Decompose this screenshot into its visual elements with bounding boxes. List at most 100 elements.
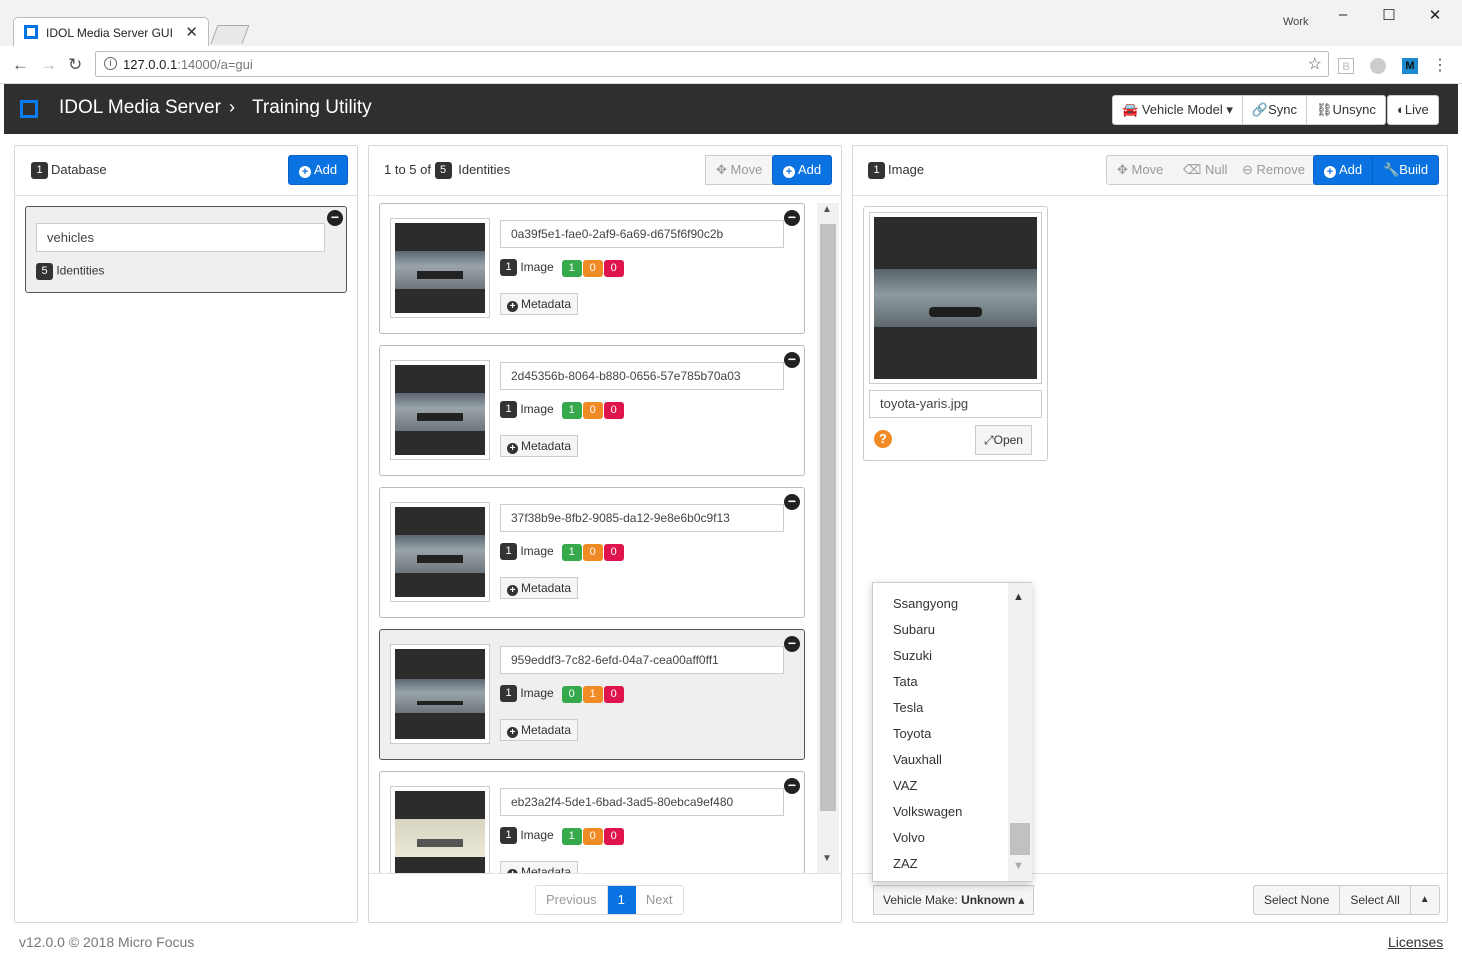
- remove-identity-icon[interactable]: −: [784, 778, 800, 794]
- null-image-button[interactable]: ⌫ Null: [1173, 155, 1239, 185]
- metadata-button[interactable]: +Metadata: [500, 435, 579, 457]
- scroll-up-arrow-icon[interactable]: ▲: [1013, 591, 1024, 603]
- page-1-button[interactable]: 1: [607, 886, 636, 914]
- breadcrumb-current: Training Utility: [252, 97, 372, 118]
- identity-thumbnail[interactable]: [390, 786, 490, 873]
- identity-card[interactable]: − 37f38b9e-8fb2-9085-da12-9e8e6b0c9f13 1…: [379, 487, 805, 618]
- database-name-input[interactable]: vehicles: [36, 223, 325, 252]
- identity-thumbnail[interactable]: [390, 360, 490, 460]
- move-image-button[interactable]: ✥ Move: [1106, 155, 1175, 185]
- identity-id-field[interactable]: 37f38b9e-8fb2-9085-da12-9e8e6b0c9f13: [500, 504, 784, 532]
- menu-item-suzuki[interactable]: Suzuki: [873, 643, 1008, 669]
- extension-m-icon[interactable]: M: [1402, 58, 1418, 74]
- remove-identity-icon[interactable]: −: [784, 210, 800, 226]
- extension-icon[interactable]: B: [1338, 58, 1354, 74]
- failed-count: 0: [603, 259, 624, 277]
- previous-page-button[interactable]: Previous: [536, 886, 608, 914]
- bookmark-star-icon[interactable]: ☆: [1308, 54, 1322, 74]
- add-database-button[interactable]: + Add: [288, 155, 349, 185]
- open-image-button[interactable]: ⤢Open: [975, 425, 1032, 455]
- identity-thumbnail[interactable]: [390, 218, 490, 318]
- scroll-up-arrow-icon[interactable]: ▲: [822, 204, 832, 215]
- reload-icon[interactable]: ↻: [68, 55, 82, 75]
- identity-thumbnail[interactable]: [390, 502, 490, 602]
- add-identity-button[interactable]: + Add: [772, 155, 833, 185]
- remove-database-icon[interactable]: −: [327, 210, 343, 226]
- menu-item-vauxhall[interactable]: Vauxhall: [873, 747, 1008, 773]
- menu-item-toyota[interactable]: Toyota: [873, 721, 1008, 747]
- info-icon[interactable]: i: [104, 57, 117, 70]
- metadata-button[interactable]: +Metadata: [500, 293, 579, 315]
- identity-card[interactable]: − eb23a2f4-5de1-6bad-3ad5-80ebca9ef480 1…: [379, 771, 805, 873]
- question-circle-icon[interactable]: ?: [874, 430, 892, 448]
- menu-item-ssangyong[interactable]: Ssangyong: [873, 591, 1008, 617]
- vehicle-make-dropdown[interactable]: Vehicle Make: Unknown ▴: [873, 885, 1035, 915]
- remove-image-button[interactable]: ⊖ Remove: [1232, 155, 1316, 185]
- live-button[interactable]: ◐Live: [1388, 96, 1438, 124]
- remove-identity-icon[interactable]: −: [784, 494, 800, 510]
- menu-item-vaz[interactable]: VAZ: [873, 773, 1008, 799]
- address-bar[interactable]: i 127.0.0.1:14000/a=gui ☆: [95, 51, 1329, 77]
- brand-title[interactable]: IDOL Media Server: [59, 97, 221, 119]
- header-button-group: 🚘 Vehicle Model ▾ 🔗Sync ⛓Unsync: [1112, 95, 1386, 125]
- menu-item-volvo[interactable]: Volvo: [873, 825, 1008, 851]
- pending-count: 1: [582, 685, 603, 703]
- sync-button[interactable]: 🔗Sync: [1243, 96, 1308, 124]
- maximize-icon[interactable]: ☐: [1379, 6, 1399, 24]
- metadata-button[interactable]: +Metadata: [500, 719, 579, 741]
- menu-item-tata[interactable]: Tata: [873, 669, 1008, 695]
- build-button[interactable]: 🔧Build: [1372, 155, 1440, 185]
- identity-image-stats: 1 Image 1 0 0: [500, 401, 625, 419]
- menu-item-volkswagen[interactable]: Volkswagen: [873, 799, 1008, 825]
- metadata-button[interactable]: +Metadata: [500, 861, 579, 873]
- move-icon: ✥: [1117, 162, 1128, 177]
- select-none-button[interactable]: Select None: [1254, 886, 1341, 914]
- eraser-icon: ⌫: [1183, 162, 1202, 177]
- trained-count: 1: [561, 827, 582, 845]
- identity-id-field[interactable]: 0a39f5e1-fae0-2af9-6a69-d675f6f90c2b: [500, 220, 784, 248]
- identity-scrollbar-thumb[interactable]: [817, 224, 839, 811]
- extension-circle-icon[interactable]: [1370, 58, 1386, 74]
- image-thumbnail[interactable]: [869, 212, 1042, 384]
- remove-identity-icon[interactable]: −: [784, 352, 800, 368]
- identities-panel-header: 1 to 5 of 5 Identities ✥ Move + Add: [369, 146, 841, 196]
- add-image-button[interactable]: + Add: [1313, 155, 1374, 185]
- select-all-button[interactable]: Select All: [1340, 886, 1411, 914]
- identity-id-field[interactable]: 2d45356b-8064-b880-0656-57e785b70a03: [500, 362, 784, 390]
- caret-up-icon[interactable]: ▲: [1411, 886, 1439, 914]
- forward-arrow-icon[interactable]: →: [40, 55, 57, 75]
- next-page-button[interactable]: Next: [635, 886, 683, 914]
- trained-count: 1: [561, 401, 582, 419]
- move-identity-button[interactable]: ✥ Move: [705, 155, 774, 185]
- profile-label[interactable]: Work: [1283, 16, 1308, 28]
- menu-item-subaru[interactable]: Subaru: [873, 617, 1008, 643]
- identity-id-field[interactable]: 959eddf3-7c82-6efd-04a7-cea00aff0ff1: [500, 646, 784, 674]
- remove-identity-icon[interactable]: −: [784, 636, 800, 652]
- database-card[interactable]: − vehicles 5 Identities: [25, 206, 347, 293]
- menu-item-tesla[interactable]: Tesla: [873, 695, 1008, 721]
- identity-card-selected[interactable]: − 959eddf3-7c82-6efd-04a7-cea00aff0ff1 1…: [379, 629, 805, 760]
- image-filename-field[interactable]: toyota-yaris.jpg: [869, 390, 1042, 418]
- scroll-down-arrow-icon[interactable]: ▼: [1013, 860, 1024, 872]
- menu-item-zaz[interactable]: ZAZ: [873, 851, 1008, 877]
- browser-toolbar: ← → ↻ i 127.0.0.1:14000/a=gui ☆ B M ⋮: [0, 46, 1462, 84]
- scroll-down-arrow-icon[interactable]: ▼: [822, 853, 832, 864]
- licenses-link[interactable]: Licenses: [1388, 934, 1443, 950]
- vehicle-model-dropdown[interactable]: 🚘 Vehicle Model ▾: [1113, 96, 1243, 124]
- unsync-button[interactable]: ⛓Unsync: [1307, 96, 1385, 124]
- identity-card[interactable]: − 0a39f5e1-fae0-2af9-6a69-d675f6f90c2b 1…: [379, 203, 805, 334]
- identity-card[interactable]: − 2d45356b-8064-b880-0656-57e785b70a03 1…: [379, 345, 805, 476]
- close-window-icon[interactable]: ✕: [1425, 6, 1445, 24]
- identity-id-field[interactable]: eb23a2f4-5de1-6bad-3ad5-80ebca9ef480: [500, 788, 784, 816]
- minimize-icon[interactable]: –: [1333, 6, 1353, 23]
- back-arrow-icon[interactable]: ←: [12, 55, 29, 75]
- browser-tab[interactable]: IDOL Media Server GUI ✕: [13, 17, 209, 46]
- identity-thumbnail[interactable]: [390, 644, 490, 744]
- menu-scrollbar-thumb[interactable]: [1010, 823, 1030, 855]
- new-tab-button[interactable]: [210, 25, 250, 44]
- menu-dots-icon[interactable]: ⋮: [1432, 58, 1448, 74]
- image-card[interactable]: toyota-yaris.jpg ? ⤢Open: [863, 206, 1048, 461]
- failed-count: 0: [603, 401, 624, 419]
- metadata-button[interactable]: +Metadata: [500, 577, 579, 599]
- close-tab-icon[interactable]: ✕: [185, 23, 198, 41]
